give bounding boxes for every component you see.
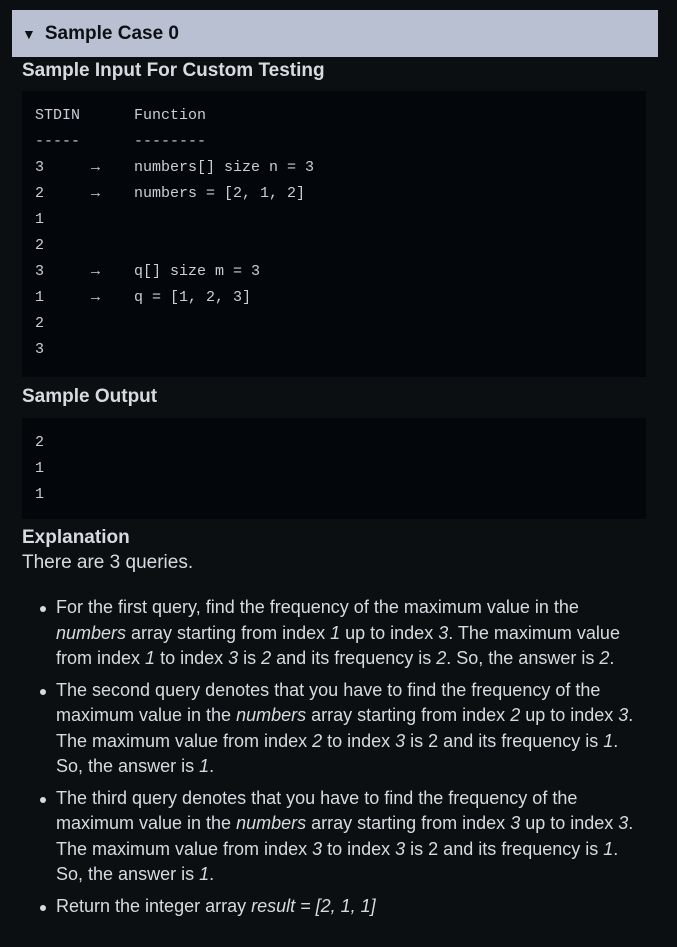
bullet-text: to index bbox=[322, 730, 396, 751]
italic-term: 1 bbox=[603, 838, 614, 859]
input-line: 1 → q = [1, 2, 3] bbox=[35, 288, 646, 314]
bullet-text: array starting from index bbox=[306, 813, 511, 834]
output-line: 1 bbox=[35, 485, 45, 503]
italic-term: 3 bbox=[395, 838, 406, 859]
function-note: q = [1, 2, 3] bbox=[134, 288, 252, 306]
bullet-text: . bbox=[209, 864, 215, 885]
italic-term: 2 bbox=[599, 648, 610, 669]
arrow-icon: → bbox=[91, 288, 101, 306]
bullet-text: . So, the answer is bbox=[446, 648, 600, 669]
italic-term: numbers bbox=[236, 705, 307, 726]
bullet-text: is 2 and its frequency is bbox=[405, 838, 604, 859]
bullet-text: Return the integer array bbox=[56, 895, 252, 916]
arrow-icon: → bbox=[91, 158, 101, 176]
sample-output-title: Sample Output bbox=[22, 385, 158, 407]
input-line: 3 → numbers[] size n = 3 bbox=[35, 158, 646, 184]
italic-term: numbers bbox=[236, 813, 307, 834]
stdin-value: 3 bbox=[35, 158, 45, 176]
explanation-bullet: The second query denotes that you have t… bbox=[22, 678, 646, 780]
bullet-text: to index bbox=[155, 648, 229, 669]
caret-down-icon: ▼ bbox=[22, 26, 36, 42]
bullet-text: up to index bbox=[340, 622, 439, 643]
bullet-text: up to index bbox=[520, 705, 619, 726]
input-line: 3 bbox=[35, 340, 646, 366]
stdin-value: 3 bbox=[35, 262, 45, 280]
explanation-bullet: Return the integer array result = [2, 1,… bbox=[22, 894, 646, 920]
italic-term: 2 bbox=[510, 705, 521, 726]
input-line: ----- -------- bbox=[35, 132, 646, 158]
italic-term: 3 bbox=[395, 730, 406, 751]
italic-term: 3 bbox=[510, 813, 521, 834]
sample-case-panel: ▼ Sample Case 0 Sample Input For Custom … bbox=[0, 0, 677, 947]
input-line: 2 → numbers = [2, 1, 2] bbox=[35, 184, 646, 210]
bullet-text: is bbox=[238, 648, 262, 669]
italic-term: 1 bbox=[145, 648, 156, 669]
stdin-value: 3 bbox=[35, 340, 45, 358]
stdin-value: 1 bbox=[35, 210, 45, 228]
output-line: 2 bbox=[35, 433, 45, 451]
explanation-title: Explanation bbox=[22, 526, 130, 548]
arrow-icon: → bbox=[91, 262, 101, 280]
bullet-text: . bbox=[609, 648, 615, 669]
bullet-text: array starting from index bbox=[126, 622, 331, 643]
output-line: 1 bbox=[35, 459, 45, 477]
explanation-intro: There are 3 queries. bbox=[22, 552, 194, 574]
sample-case-toggle[interactable]: ▼ Sample Case 0 bbox=[12, 10, 658, 57]
input-line: 2 bbox=[35, 314, 646, 340]
function-note: -------- bbox=[134, 132, 207, 150]
stdin-value: ----- bbox=[35, 132, 81, 150]
sample-input-code: STDIN Function ----- -------- 3 → numbers[] si… bbox=[22, 90, 646, 377]
sample-input-title: Sample Input For Custom Testing bbox=[22, 60, 325, 81]
function-note: numbers[] size n = 3 bbox=[134, 158, 315, 176]
italic-term: 3 bbox=[312, 838, 323, 859]
bullet-text: is 2 and its frequency is bbox=[405, 730, 604, 751]
input-line: 1 bbox=[35, 210, 646, 236]
bullet-text: array starting from index bbox=[306, 705, 511, 726]
italic-term: 1 bbox=[199, 756, 210, 777]
italic-term: 2 bbox=[261, 648, 272, 669]
italic-term: result = [2, 1, 1] bbox=[251, 895, 376, 916]
function-note: numbers = [2, 1, 2] bbox=[134, 184, 306, 202]
italic-term: 1 bbox=[199, 864, 210, 885]
arrow-icon bbox=[91, 132, 134, 158]
bullet-text: up to index bbox=[520, 813, 619, 834]
stdin-value: 2 bbox=[35, 314, 45, 332]
arrow-icon bbox=[91, 210, 134, 236]
explanation-bullet: The third query denotes that you have to… bbox=[22, 786, 646, 888]
explanation-list: For the first query, find the frequency … bbox=[22, 595, 646, 919]
italic-term: 1 bbox=[603, 730, 614, 751]
bullet-text: and its frequency is bbox=[271, 648, 437, 669]
explanation-bullet: For the first query, find the frequency … bbox=[22, 595, 646, 672]
input-line: STDIN Function bbox=[35, 106, 646, 132]
stdin-value: 1 bbox=[35, 288, 45, 306]
italic-term: numbers bbox=[56, 622, 127, 643]
arrow-icon bbox=[91, 236, 134, 262]
italic-term: 2 bbox=[312, 730, 323, 751]
arrow-icon bbox=[91, 340, 134, 366]
sample-output-code: 2 1 1 bbox=[22, 417, 646, 519]
input-line: 3 → q[] size m = 3 bbox=[35, 262, 646, 288]
sample-case-title: Sample Case 0 bbox=[44, 22, 179, 44]
italic-term: 3 bbox=[438, 622, 449, 643]
arrow-icon bbox=[91, 106, 134, 132]
bullet-text: to index bbox=[322, 838, 396, 859]
bullet-text: For the first query, find the frequency … bbox=[56, 597, 579, 618]
function-note: q[] size m = 3 bbox=[134, 262, 261, 280]
italic-term: 2 bbox=[436, 648, 447, 669]
italic-term: 3 bbox=[228, 648, 239, 669]
input-line: 2 bbox=[35, 236, 646, 262]
stdin-value: 2 bbox=[35, 236, 45, 254]
function-note: Function bbox=[134, 106, 207, 124]
italic-term: 1 bbox=[330, 622, 341, 643]
bullet-text: . bbox=[209, 756, 215, 777]
arrow-icon: → bbox=[91, 184, 101, 202]
arrow-icon bbox=[91, 314, 134, 340]
italic-term: 3 bbox=[618, 705, 629, 726]
stdin-value: STDIN bbox=[35, 106, 81, 124]
italic-term: 3 bbox=[618, 813, 629, 834]
stdin-value: 2 bbox=[35, 184, 45, 202]
sample-case-content: Sample Input For Custom Testing STDIN Fun… bbox=[22, 60, 646, 925]
